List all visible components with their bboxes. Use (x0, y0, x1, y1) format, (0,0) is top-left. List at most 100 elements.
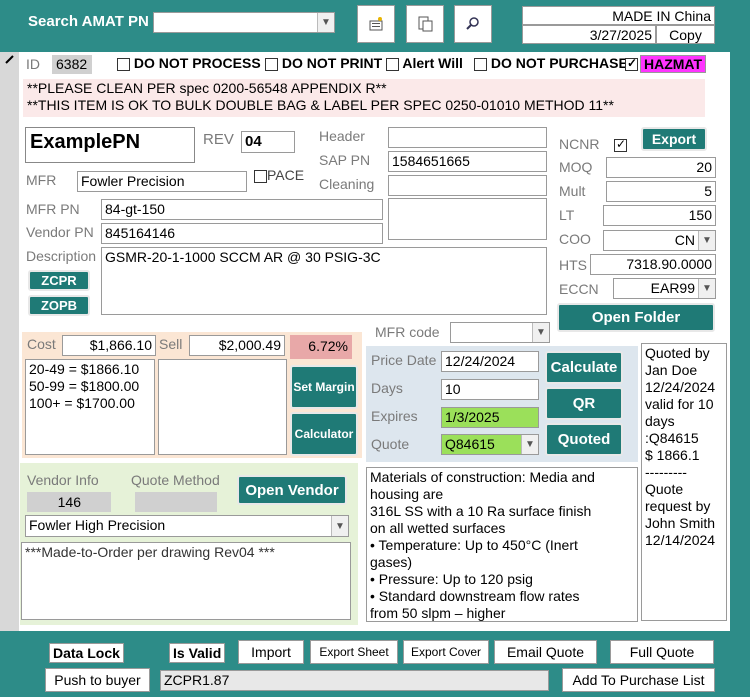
chevron-down-icon[interactable]: ▼ (331, 516, 348, 536)
quote-history-line: $ 1866.1 (645, 447, 700, 463)
cleaning-notes-field[interactable] (388, 198, 547, 240)
do-not-process-checkbox[interactable]: DO NOT PROCESS (117, 55, 261, 71)
sell-tiers-field[interactable] (158, 359, 287, 455)
mult-field[interactable]: 5 (606, 181, 716, 202)
lt-field[interactable]: 150 (603, 205, 716, 226)
open-vendor-button[interactable]: Open Vendor (237, 475, 347, 505)
price-tier: 100+ = $1700.00 (29, 395, 135, 411)
materials-field[interactable]: Materials of construction: Media and hou… (366, 467, 638, 622)
header-label: Header (319, 128, 365, 144)
alert-will-checkbox[interactable]: Alert Will (386, 55, 463, 71)
chevron-down-icon[interactable]: ▼ (532, 323, 549, 342)
ncnr-checkbox[interactable] (614, 137, 627, 152)
days-field[interactable]: 10 (441, 379, 539, 400)
chevron-down-icon[interactable]: ▼ (317, 13, 334, 32)
data-lock-label: Data Lock (49, 643, 124, 663)
add-to-purchase-list-button[interactable]: Add To Purchase List (562, 668, 715, 692)
mfr-code-select[interactable]: ▼ (450, 322, 550, 343)
eccn-label: ECCN (559, 281, 599, 297)
sap-pn-label: SAP PN (319, 152, 371, 168)
open-folder-button[interactable]: Open Folder (557, 303, 715, 332)
quote-history-line: Jan Doe (645, 362, 698, 378)
export-cover-button[interactable]: Export Cover (403, 640, 489, 664)
chevron-down-icon[interactable]: ▼ (521, 435, 538, 454)
record-selector[interactable] (0, 52, 19, 631)
hts-field[interactable]: 7318.90.0000 (590, 254, 716, 275)
hazmat-checkbox[interactable]: HAZMAT (625, 55, 707, 73)
cleaning-field[interactable] (388, 175, 547, 196)
email-quote-button[interactable]: Email Quote (494, 640, 597, 664)
calculator-button[interactable]: Calculator (290, 412, 358, 456)
header-field[interactable] (388, 127, 547, 148)
export-sheet-button[interactable]: Export Sheet (310, 640, 398, 664)
checkbox-icon[interactable] (117, 57, 130, 71)
materials-line: • Pressure: Up to 120 psig (370, 571, 533, 587)
checkbox-icon[interactable] (254, 169, 267, 183)
mfr-pn-field[interactable]: 84-gt-150 (101, 199, 383, 220)
quote-history-field[interactable]: Quoted by Jan Doe 12/24/2024 valid for 1… (641, 343, 727, 621)
materials-line: Materials of construction: Media and (370, 469, 595, 485)
coo-label: COO (559, 231, 591, 247)
coo-select[interactable]: CN ▼ (603, 230, 716, 251)
quote-history-line: --------- (645, 464, 687, 480)
vendor-pn-label: Vendor PN (26, 224, 94, 240)
chevron-down-icon[interactable]: ▼ (698, 279, 715, 298)
hts-label: HTS (559, 257, 587, 273)
price-tiers-field[interactable]: 20-49 = $1866.10 50-99 = $1800.00 100+ =… (25, 359, 155, 455)
moq-label: MOQ (559, 159, 593, 175)
search-button[interactable] (454, 5, 492, 43)
checkbox-icon[interactable] (386, 57, 399, 71)
vendor-note-field[interactable]: ***Made-to-Order per drawing Rev04 *** (21, 542, 351, 620)
copy-button[interactable]: Copy (656, 25, 715, 44)
do-not-print-checkbox[interactable]: DO NOT PRINT (265, 55, 382, 71)
days-label: Days (371, 380, 403, 396)
mult-label: Mult (559, 183, 586, 199)
expires-field[interactable]: 1/3/2025 (441, 407, 539, 428)
calculate-button[interactable]: Calculate (545, 351, 623, 384)
chevron-down-icon[interactable]: ▼ (698, 231, 715, 250)
qr-button[interactable]: QR (545, 387, 623, 420)
eccn-select[interactable]: EAR99 ▼ (613, 278, 716, 299)
mfr-field[interactable]: Fowler Precision (77, 171, 247, 192)
note-line: **PLEASE CLEAN PER spec 0200-56548 APPEN… (27, 80, 387, 96)
quote-history-line: request by (645, 498, 711, 514)
search-pn-combobox[interactable]: ▼ (153, 12, 335, 33)
quote-select[interactable]: Q84615 ▼ (441, 434, 539, 455)
price-tier: 20-49 = $1866.10 (29, 361, 140, 377)
import-button[interactable]: Import (238, 640, 304, 664)
checkbox-icon[interactable] (474, 57, 487, 71)
mfr-code-label: MFR code (375, 324, 440, 340)
export-button[interactable]: Export (641, 127, 707, 151)
full-quote-button[interactable]: Full Quote (610, 640, 714, 664)
vendor-select[interactable]: Fowler High Precision ▼ (25, 515, 349, 537)
quoted-button[interactable]: Quoted (545, 423, 623, 456)
pace-checkbox[interactable]: PACE (254, 167, 304, 183)
special-instructions[interactable]: **PLEASE CLEAN PER spec 0200-56548 APPEN… (23, 79, 705, 117)
copy-record-button[interactable] (406, 5, 444, 43)
cost-field[interactable]: $1,866.10 (62, 335, 156, 356)
rev-field[interactable]: 04 (241, 131, 295, 153)
materials-line: from 50 slpm – higher (370, 605, 506, 621)
sap-pn-field[interactable]: 1584651665 (388, 151, 547, 172)
sell-field[interactable]: $2,000.49 (189, 335, 285, 356)
checkbox-checked-icon[interactable] (625, 56, 638, 71)
pencil-icon (5, 55, 14, 64)
margin-field: 6.72% (290, 335, 352, 359)
vendor-pn-field[interactable]: 845164146 (101, 223, 383, 244)
zopb-button[interactable]: ZOPB (28, 295, 90, 316)
materials-line: 316L SS with a 10 Ra surface finish (370, 503, 592, 519)
part-number-field[interactable]: ExamplePN (25, 127, 195, 163)
set-margin-button[interactable]: Set Margin (290, 365, 358, 409)
materials-line: • Standard downstream flow rates (370, 588, 580, 604)
moq-field[interactable]: 20 (606, 157, 716, 178)
quote-method-field[interactable] (135, 492, 217, 512)
push-to-buyer-button[interactable]: Push to buyer (45, 668, 150, 692)
checkbox-icon[interactable] (265, 57, 278, 71)
description-field[interactable]: GSMR-20-1-1000 SCCM AR @ 30 PSIG-3C (101, 247, 547, 315)
zcpr-button[interactable]: ZCPR (28, 270, 90, 291)
do-not-purchase-checkbox[interactable]: DO NOT PURCHASE (474, 55, 628, 71)
quote-history-line: :Q84615 (645, 430, 699, 446)
new-record-button[interactable] (357, 5, 395, 43)
price-date-field[interactable]: 12/24/2024 (441, 351, 539, 372)
made-in-field: MADE IN China (522, 6, 715, 25)
